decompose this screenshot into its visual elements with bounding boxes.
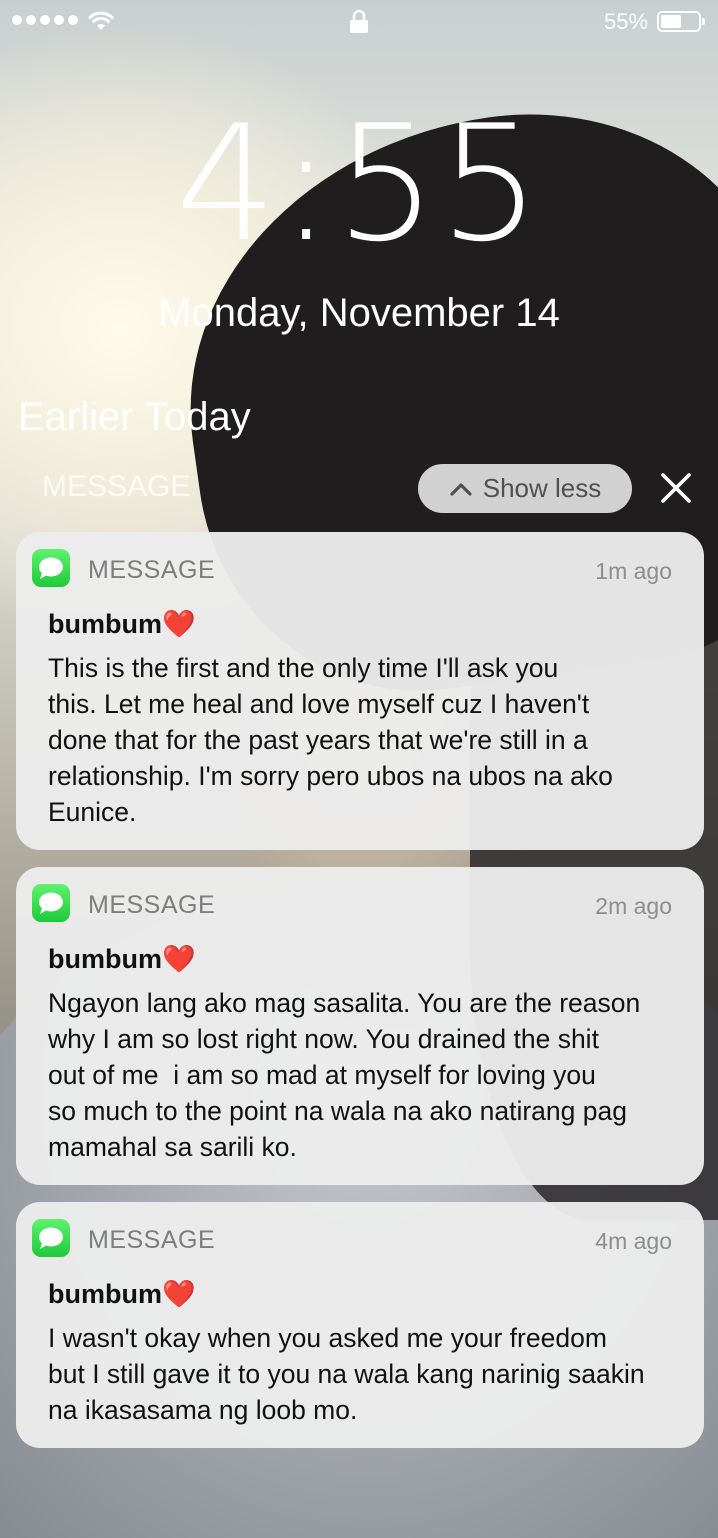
show-less-label: Show less bbox=[482, 473, 602, 503]
notification-section-title: Earlier Today bbox=[18, 395, 251, 439]
notification-body: Ngayon lang ako mag sasalita. You are th… bbox=[48, 985, 678, 1165]
notification-body: I wasn't okay when you asked me your fre… bbox=[48, 1320, 678, 1428]
messages-icon bbox=[32, 884, 70, 922]
notification-line: mamahal sa sarili ko. bbox=[48, 1132, 297, 1162]
notification-line: relationship. I'm sorry pero ubos na ubo… bbox=[48, 761, 613, 791]
wifi-icon bbox=[88, 11, 114, 30]
chevron-up-icon bbox=[450, 482, 472, 496]
notification-card[interactable]: MESSAGE 2m ago bumbum❤️ Ngayon lang ako … bbox=[16, 867, 704, 1185]
notification-line: I wasn't okay when you asked me your fre… bbox=[48, 1323, 607, 1353]
notification-line: this. Let me heal and love myself cuz I … bbox=[48, 689, 590, 719]
close-icon[interactable] bbox=[656, 468, 696, 508]
notification-app-name: MESSAGE bbox=[88, 1226, 216, 1254]
status-bar: 55% bbox=[0, 0, 718, 44]
notification-line: Eunice. bbox=[48, 797, 137, 827]
messages-icon bbox=[32, 1219, 70, 1257]
notification-card[interactable]: MESSAGE 1m ago bumbum❤️ This is the firs… bbox=[16, 532, 704, 850]
lock-screen-date: Monday, November 14 bbox=[158, 291, 560, 335]
messages-icon bbox=[32, 549, 70, 587]
notification-card[interactable]: MESSAGE 4m ago bumbum❤️ I wasn't okay wh… bbox=[16, 1202, 704, 1448]
notification-app-name: MESSAGE bbox=[88, 556, 216, 584]
notification-line: out of me i am so mad at myself for lovi… bbox=[48, 1060, 596, 1090]
notification-line: why I am so lost right now. You drained … bbox=[48, 1024, 599, 1054]
notification-line: This is the first and the only time I'll… bbox=[48, 653, 559, 683]
battery-icon bbox=[657, 11, 705, 32]
notification-line: done that for the past years that we're … bbox=[48, 725, 588, 755]
notification-time: 2m ago bbox=[595, 893, 672, 919]
battery-percent: 55% bbox=[604, 9, 649, 34]
notification-time: 1m ago bbox=[595, 558, 672, 584]
signal-icon bbox=[12, 15, 78, 25]
lock-icon bbox=[350, 9, 368, 33]
notification-sender: bumbum❤️ bbox=[48, 609, 196, 639]
notification-line: so much to the point na wala na ako nati… bbox=[48, 1096, 627, 1126]
show-less-button[interactable]: Show less bbox=[418, 464, 632, 513]
notification-line: Ngayon lang ako mag sasalita. You are th… bbox=[48, 988, 641, 1018]
notification-sender: bumbum❤️ bbox=[48, 1279, 196, 1309]
notification-app-name: MESSAGE bbox=[88, 891, 216, 919]
lock-screen-time: 4:55 bbox=[175, 90, 543, 277]
notification-group-label: MESSAGE bbox=[42, 470, 191, 503]
notification-sender: bumbum❤️ bbox=[48, 944, 196, 974]
notification-line: na ikasasama ng loob mo. bbox=[48, 1395, 358, 1425]
notification-body: This is the first and the only time I'll… bbox=[48, 650, 678, 830]
battery-level bbox=[661, 15, 681, 28]
notification-time: 4m ago bbox=[595, 1228, 672, 1254]
notification-line: but I still gave it to you na wala kang … bbox=[48, 1359, 645, 1389]
